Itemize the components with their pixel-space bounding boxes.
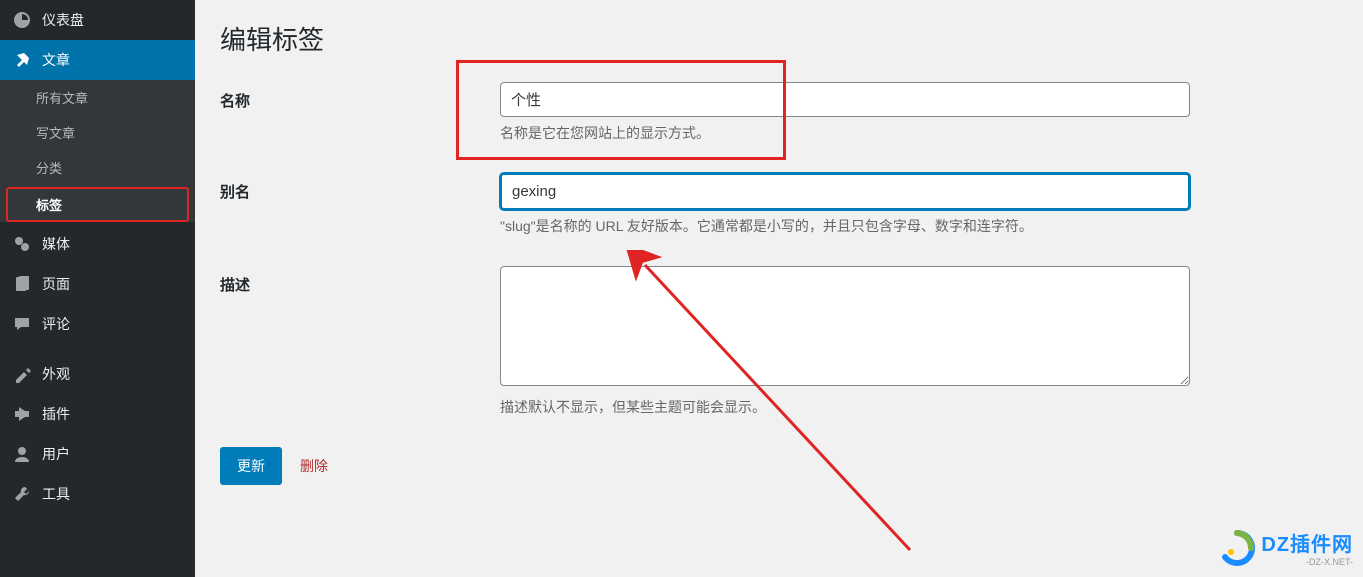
name-label: 名称 — [220, 82, 500, 111]
dashboard-icon — [12, 10, 32, 30]
submenu-tags[interactable]: 标签 — [6, 187, 189, 222]
submenu-categories[interactable]: 分类 — [0, 150, 195, 185]
menu-pages[interactable]: 页面 — [0, 264, 195, 304]
menu-media[interactable]: 媒体 — [0, 224, 195, 264]
comments-icon — [12, 314, 32, 334]
name-row: 名称 名称是它在您网站上的显示方式。 — [220, 82, 1338, 143]
menu-plugins[interactable]: 插件 — [0, 394, 195, 434]
desc-label: 描述 — [220, 266, 500, 295]
menu-posts[interactable]: 文章 — [0, 40, 195, 80]
slug-label: 别名 — [220, 173, 500, 202]
plugins-icon — [12, 404, 32, 424]
pages-icon — [12, 274, 32, 294]
menu-label: 用户 — [42, 444, 70, 464]
media-icon — [12, 234, 32, 254]
update-button[interactable]: 更新 — [220, 447, 282, 485]
menu-label: 插件 — [42, 404, 70, 424]
desc-textarea[interactable] — [500, 266, 1190, 386]
desc-help: 描述默认不显示，但某些主题可能会显示。 — [500, 397, 1190, 417]
name-help: 名称是它在您网站上的显示方式。 — [500, 123, 1190, 143]
page-title: 编辑标签 — [220, 20, 1338, 57]
desc-row: 描述 描述默认不显示，但某些主题可能会显示。 — [220, 266, 1338, 417]
menu-tools[interactable]: 工具 — [0, 474, 195, 514]
watermark-subtext: -DZ-X.NET- — [1261, 557, 1353, 567]
slug-row: 别名 "slug"是名称的 URL 友好版本。它通常都是小写的，并且只包含字母、… — [220, 173, 1338, 236]
menu-label: 页面 — [42, 274, 70, 294]
slug-input[interactable] — [500, 173, 1190, 210]
users-icon — [12, 444, 32, 464]
appearance-icon — [12, 364, 32, 384]
watermark: DZ插件网 -DZ-X.NET- — [1219, 528, 1353, 567]
tools-icon — [12, 484, 32, 504]
menu-label: 媒体 — [42, 234, 70, 254]
menu-appearance[interactable]: 外观 — [0, 354, 195, 394]
watermark-logo-icon — [1219, 530, 1255, 566]
menu-label: 文章 — [42, 50, 70, 70]
posts-submenu: 所有文章 写文章 分类 标签 — [0, 80, 195, 222]
form-actions: 更新 删除 — [220, 447, 1338, 485]
watermark-text: DZ插件网 — [1261, 528, 1353, 557]
menu-label: 工具 — [42, 484, 70, 504]
menu-label: 评论 — [42, 314, 70, 334]
submenu-new-post[interactable]: 写文章 — [0, 115, 195, 150]
name-input[interactable] — [500, 82, 1190, 117]
admin-sidebar: 仪表盘 文章 所有文章 写文章 分类 标签 媒体 页面 评论 外观 — [0, 0, 195, 577]
slug-help: "slug"是名称的 URL 友好版本。它通常都是小写的，并且只包含字母、数字和… — [500, 216, 1190, 236]
main-content: 编辑标签 名称 名称是它在您网站上的显示方式。 别名 "slug"是名称的 UR… — [195, 0, 1363, 505]
delete-link[interactable]: 删除 — [300, 456, 328, 476]
menu-users[interactable]: 用户 — [0, 434, 195, 474]
menu-label: 外观 — [42, 364, 70, 384]
menu-dashboard[interactable]: 仪表盘 — [0, 0, 195, 40]
menu-comments[interactable]: 评论 — [0, 304, 195, 344]
menu-label: 仪表盘 — [42, 10, 84, 30]
pin-icon — [12, 50, 32, 70]
submenu-all-posts[interactable]: 所有文章 — [0, 80, 195, 115]
